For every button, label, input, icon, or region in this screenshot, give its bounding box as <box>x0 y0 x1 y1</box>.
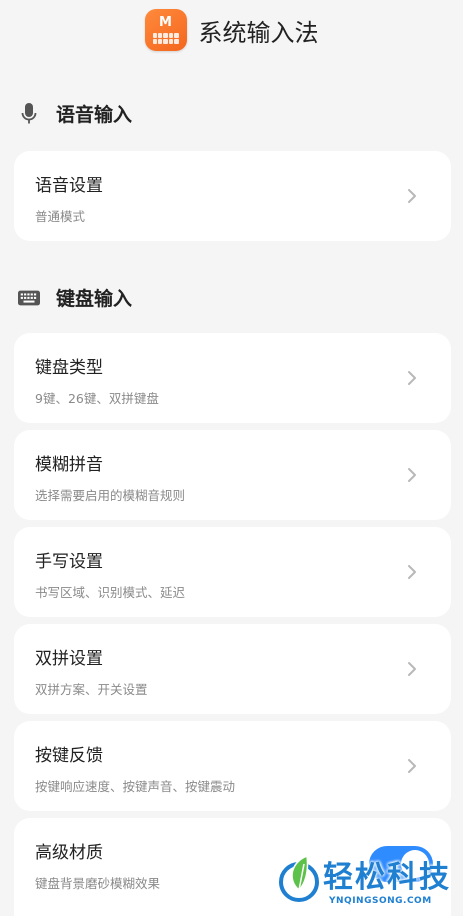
keyboard-keys-icon <box>152 33 179 44</box>
chevron-right-icon <box>408 759 416 773</box>
handwriting-settings-item[interactable]: 手写设置 书写区域、识别模式、延迟 <box>14 527 451 617</box>
settings-page: M 系统输入法 语音输入 语音设置 普通模式 键盘输入 键盘类型 9键、26键、… <box>0 0 463 916</box>
chevron-right-icon <box>408 189 416 203</box>
section-title-text: 键盘输入 <box>56 288 133 310</box>
item-label: 按键反馈 <box>35 746 103 766</box>
voice-settings-item[interactable]: 语音设置 普通模式 <box>14 151 451 241</box>
watermark-subtext: YNQINGSONG.COM <box>329 896 432 906</box>
watermark-text: 轻松科技 <box>323 860 451 895</box>
double-pinyin-settings-item[interactable]: 双拼设置 双拼方案、开关设置 <box>14 624 451 714</box>
chevron-right-icon <box>408 468 416 482</box>
item-label: 双拼设置 <box>35 649 103 669</box>
watermark: 轻松科技 YNQINGSONG.COM <box>273 846 463 916</box>
app-logo: M <box>144 9 187 51</box>
fuzzy-pinyin-item[interactable]: 模糊拼音 选择需要启用的模糊音规则 <box>14 430 451 520</box>
keyboard-icon <box>18 287 40 309</box>
item-description: 选择需要启用的模糊音规则 <box>35 488 186 503</box>
leaf-logo-icon <box>279 854 319 902</box>
item-label: 语音设置 <box>35 176 103 196</box>
microphone-icon <box>18 102 40 125</box>
item-description: 9键、26键、双拼键盘 <box>35 391 159 406</box>
item-description: 普通模式 <box>35 209 86 224</box>
app-logo-text: M <box>159 15 172 30</box>
item-description: 书写区域、识别模式、延迟 <box>35 585 186 600</box>
item-label: 手写设置 <box>35 552 103 572</box>
item-description: 按键响应速度、按键声音、按键震动 <box>35 779 236 794</box>
keyboard-type-item[interactable]: 键盘类型 9键、26键、双拼键盘 <box>14 333 451 423</box>
chevron-right-icon <box>408 662 416 676</box>
section-title-text: 语音输入 <box>56 104 133 126</box>
section-voice-input: 语音输入 <box>18 100 132 127</box>
item-label: 高级材质 <box>35 843 103 863</box>
app-header: M 系统输入法 <box>0 0 463 60</box>
page-title: 系统输入法 <box>198 18 319 47</box>
key-feedback-item[interactable]: 按键反馈 按键响应速度、按键声音、按键震动 <box>14 721 451 811</box>
item-description: 键盘背景磨砂模糊效果 <box>35 876 161 891</box>
item-label: 模糊拼音 <box>35 455 103 475</box>
chevron-right-icon <box>408 371 416 385</box>
section-keyboard-input: 键盘输入 <box>18 284 132 311</box>
item-description: 双拼方案、开关设置 <box>35 682 148 697</box>
chevron-right-icon <box>408 565 416 579</box>
item-label: 键盘类型 <box>35 358 103 378</box>
